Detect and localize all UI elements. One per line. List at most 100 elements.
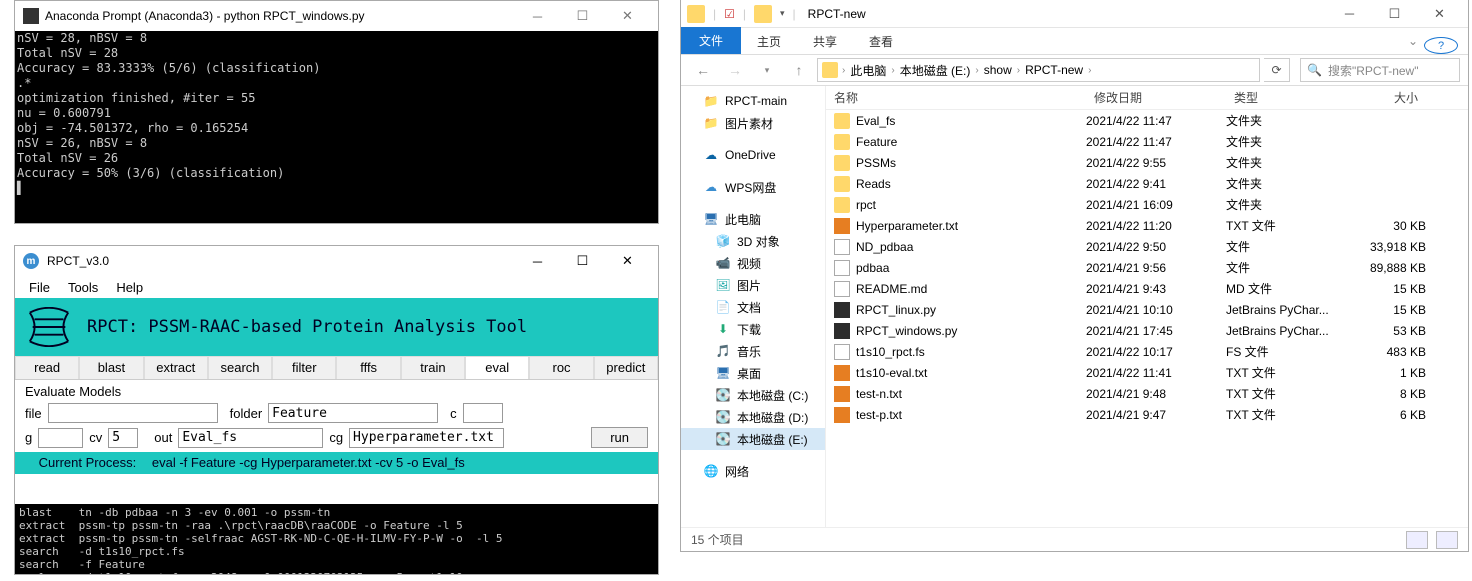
tab-extract[interactable]: extract — [144, 356, 208, 379]
ribbon-share[interactable]: 共享 — [797, 29, 853, 54]
tab-fffs[interactable]: fffs — [336, 356, 400, 379]
close-button[interactable]: ✕ — [1417, 1, 1462, 27]
file-input[interactable] — [48, 403, 218, 423]
up-button[interactable]: ↑ — [785, 62, 813, 78]
file-row[interactable]: RPCT_windows.py2021/4/21 17:45JetBrains … — [826, 320, 1468, 341]
file-row[interactable]: Feature2021/4/22 11:47文件夹 — [826, 131, 1468, 152]
sidebar-item[interactable]: 🧊3D 对象 — [681, 230, 825, 252]
explorer-titlebar[interactable]: | ☑ | ▾ | RPCT-new ─ ☐ ✕ — [681, 0, 1468, 28]
navigation-pane[interactable]: 📁RPCT-main📁图片素材 ☁OneDrive ☁WPS网盘 🖥此电脑🧊3D 对象… — [681, 86, 826, 527]
chevron-right-icon[interactable]: › — [891, 65, 894, 76]
file-row[interactable]: Reads2021/4/22 9:41文件夹 — [826, 173, 1468, 194]
sidebar-item[interactable]: ☁WPS网盘 — [681, 176, 825, 198]
tab-filter[interactable]: filter — [272, 356, 336, 379]
file-row[interactable]: t1s10-eval.txt2021/4/22 11:41TXT 文件1 KB — [826, 362, 1468, 383]
out-input[interactable] — [178, 428, 323, 448]
sidebar-item[interactable]: ⬇下载 — [681, 318, 825, 340]
rpct-log[interactable]: blast tn -db pdbaa -n 3 -ev 0.001 -o pss… — [15, 504, 658, 574]
refresh-button[interactable]: ⟳ — [1264, 58, 1290, 82]
sidebar-item[interactable]: 📄文档 — [681, 296, 825, 318]
file-row[interactable]: ND_pdbaa2021/4/22 9:50文件33,918 KB — [826, 236, 1468, 257]
sidebar-item[interactable]: 🎵音乐 — [681, 340, 825, 362]
menu-tools[interactable]: Tools — [68, 280, 98, 295]
file-list[interactable]: 名称 修改日期 类型 大小 Eval_fs2021/4/22 11:47文件夹F… — [826, 86, 1468, 527]
col-name[interactable]: 名称 — [826, 89, 1086, 106]
tab-eval[interactable]: eval — [465, 356, 529, 379]
forward-button[interactable]: → — [721, 62, 749, 78]
sidebar-item[interactable]: 💽本地磁盘 (E:) — [681, 428, 825, 450]
chevron-right-icon[interactable]: › — [975, 65, 978, 76]
sidebar-item[interactable]: 📹视频 — [681, 252, 825, 274]
chevron-right-icon[interactable]: › — [1017, 65, 1020, 76]
details-view-button[interactable] — [1406, 531, 1428, 549]
minimize-button[interactable]: ─ — [515, 247, 560, 275]
file-row[interactable]: README.md2021/4/21 9:43MD 文件15 KB — [826, 278, 1468, 299]
chevron-right-icon[interactable]: › — [1088, 65, 1091, 76]
sidebar-item[interactable]: 📁图片素材 — [681, 112, 825, 134]
menu-file[interactable]: File — [29, 280, 50, 295]
icons-view-button[interactable] — [1436, 531, 1458, 549]
close-button[interactable]: ✕ — [605, 247, 650, 275]
recent-button[interactable]: ▾ — [753, 65, 781, 76]
col-size[interactable]: 大小 — [1346, 89, 1426, 106]
tab-predict[interactable]: predict — [594, 356, 658, 379]
file-row[interactable]: test-n.txt2021/4/21 9:48TXT 文件8 KB — [826, 383, 1468, 404]
tab-roc[interactable]: roc — [529, 356, 593, 379]
ribbon-toggle-icon[interactable]: ⌄ — [1408, 34, 1418, 48]
rpct-titlebar[interactable]: m RPCT_v3.0 ─ ☐ ✕ — [15, 246, 658, 276]
menu-help[interactable]: Help — [116, 280, 143, 295]
qat-icon[interactable]: ☑ — [724, 7, 735, 21]
col-date[interactable]: 修改日期 — [1086, 89, 1226, 106]
minimize-button[interactable]: ─ — [515, 2, 560, 30]
tab-read[interactable]: read — [15, 356, 79, 379]
sidebar-item[interactable]: 🖥桌面 — [681, 362, 825, 384]
cg-input[interactable] — [349, 428, 504, 448]
tab-search[interactable]: search — [208, 356, 272, 379]
file-row[interactable]: PSSMs2021/4/22 9:55文件夹 — [826, 152, 1468, 173]
section-label: Evaluate Models — [25, 384, 648, 399]
file-name: Feature — [856, 135, 897, 149]
anaconda-titlebar[interactable]: Anaconda Prompt (Anaconda3) - python RPC… — [15, 1, 658, 31]
file-row[interactable]: t1s10_rpct.fs2021/4/22 10:17FS 文件483 KB — [826, 341, 1468, 362]
back-button[interactable]: ← — [689, 62, 717, 78]
breadcrumb-segment[interactable]: 此电脑 — [847, 62, 889, 79]
folder-input[interactable] — [268, 403, 438, 423]
search-box[interactable]: 🔍 搜索"RPCT-new" — [1300, 58, 1460, 82]
sidebar-item[interactable]: 💽本地磁盘 (D:) — [681, 406, 825, 428]
maximize-button[interactable]: ☐ — [1372, 1, 1417, 27]
tab-blast[interactable]: blast — [79, 356, 143, 379]
ribbon-view[interactable]: 查看 — [853, 29, 909, 54]
tab-train[interactable]: train — [401, 356, 465, 379]
file-row[interactable]: test-p.txt2021/4/21 9:47TXT 文件6 KB — [826, 404, 1468, 425]
chevron-down-icon[interactable]: ▾ — [780, 8, 785, 19]
c-input[interactable] — [463, 403, 503, 423]
terminal-output[interactable]: nSV = 28, nBSV = 8 Total nSV = 28 Accura… — [15, 31, 658, 223]
maximize-button[interactable]: ☐ — [560, 2, 605, 30]
file-row[interactable]: Eval_fs2021/4/22 11:47文件夹 — [826, 110, 1468, 131]
file-row[interactable]: rpct2021/4/21 16:09文件夹 — [826, 194, 1468, 215]
sidebar-item[interactable]: 🖥此电脑 — [681, 208, 825, 230]
col-type[interactable]: 类型 — [1226, 89, 1346, 106]
breadcrumb-segment[interactable]: show — [981, 63, 1015, 77]
file-row[interactable]: RPCT_linux.py2021/4/21 10:10JetBrains Py… — [826, 299, 1468, 320]
column-headers[interactable]: 名称 修改日期 类型 大小 — [826, 86, 1468, 110]
breadcrumb-segment[interactable]: RPCT-new — [1022, 63, 1086, 77]
sidebar-item[interactable]: 🌐网络 — [681, 460, 825, 482]
address-bar[interactable]: › 此电脑›本地磁盘 (E:)›show›RPCT-new› — [817, 58, 1260, 82]
ribbon-home[interactable]: 主页 — [741, 29, 797, 54]
run-button[interactable]: run — [591, 427, 648, 448]
maximize-button[interactable]: ☐ — [560, 247, 605, 275]
cv-input[interactable] — [108, 428, 138, 448]
g-input[interactable] — [38, 428, 83, 448]
sidebar-item[interactable]: 📁RPCT-main — [681, 90, 825, 112]
sidebar-item[interactable]: 🖼图片 — [681, 274, 825, 296]
file-row[interactable]: Hyperparameter.txt2021/4/22 11:20TXT 文件3… — [826, 215, 1468, 236]
file-row[interactable]: pdbaa2021/4/21 9:56文件89,888 KB — [826, 257, 1468, 278]
close-button[interactable]: ✕ — [605, 2, 650, 30]
help-icon[interactable]: ? — [1424, 37, 1458, 54]
sidebar-item[interactable]: ☁OneDrive — [681, 144, 825, 166]
breadcrumb-segment[interactable]: 本地磁盘 (E:) — [897, 62, 974, 79]
minimize-button[interactable]: ─ — [1327, 1, 1372, 27]
ribbon-file[interactable]: 文件 — [681, 27, 741, 54]
sidebar-item[interactable]: 💽本地磁盘 (C:) — [681, 384, 825, 406]
